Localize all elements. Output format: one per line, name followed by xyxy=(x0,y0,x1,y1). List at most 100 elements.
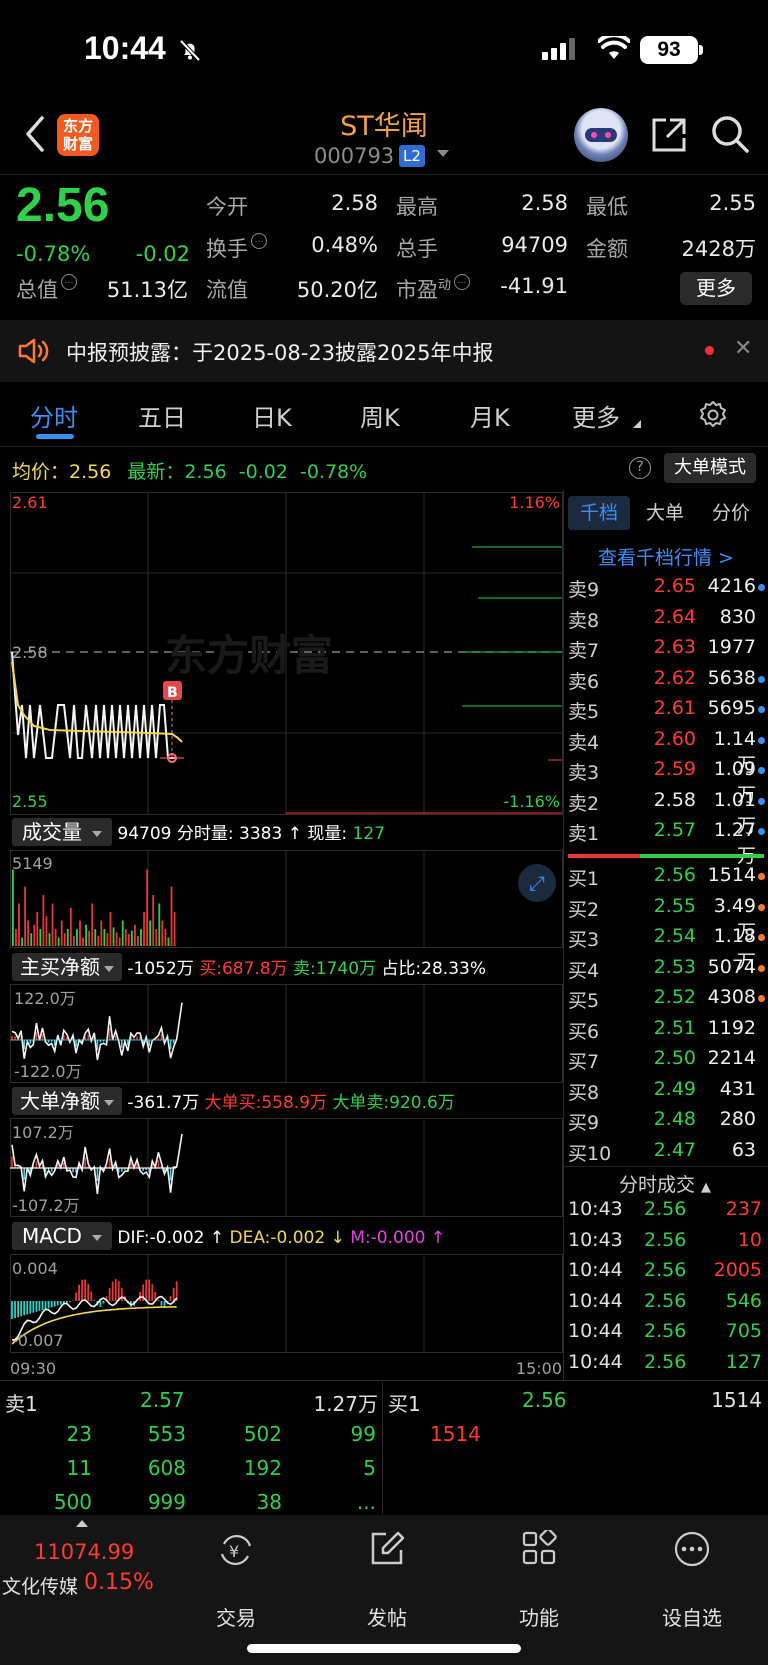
nav-add-watchlist[interactable]: 设自选 xyxy=(652,1602,732,1631)
sell-queue-item: 23 xyxy=(66,1422,92,1446)
yuan-exchange-icon[interactable]: ¥ xyxy=(216,1530,256,1570)
ask-level-row[interactable]: 卖3 2.59 1.09万 xyxy=(566,758,768,806)
bid-level-price: 2.53 xyxy=(653,955,696,978)
tab-price-volume[interactable]: 分价 xyxy=(700,496,762,530)
sector-index-value[interactable]: 11074.99 xyxy=(34,1540,134,1564)
big-order-mode-button[interactable]: 大单模式 xyxy=(664,453,756,483)
speaker-icon xyxy=(18,338,49,364)
y-bottom-label: 2.55 xyxy=(12,792,48,811)
cellular-signal-icon xyxy=(542,38,575,60)
bid-level-price: 2.48 xyxy=(653,1108,696,1130)
volume-indicator-dropdown[interactable]: 成交量 xyxy=(12,818,112,846)
search-icon[interactable] xyxy=(710,114,750,154)
nav-functions[interactable]: 功能 xyxy=(499,1602,579,1631)
bid-level-volume: 5074 xyxy=(707,955,756,978)
ask-level-row[interactable]: 卖7 2.63 1977 xyxy=(566,636,768,666)
bid-level-price: 2.47 xyxy=(653,1138,696,1161)
tab-big-order[interactable]: 大单 xyxy=(634,496,696,530)
bid-level-row[interactable]: 买7 2.50 2214 xyxy=(566,1047,768,1077)
info-icon[interactable]: … xyxy=(61,274,77,290)
caret-up-icon: ▲ xyxy=(701,1180,712,1195)
chevron-down-icon[interactable] xyxy=(437,150,449,157)
sell-queue-item: 500 xyxy=(53,1490,92,1514)
tab-intraday[interactable]: 分时 xyxy=(30,398,78,433)
tab-more[interactable]: 更多 xyxy=(572,398,620,433)
nav-trade[interactable]: 交易 xyxy=(196,1602,276,1631)
bid-level-row[interactable]: 买4 2.53 5074 xyxy=(566,956,768,986)
assistant-robot-avatar[interactable] xyxy=(574,108,628,162)
main-net-ratio: 占比:28.33% xyxy=(381,959,486,979)
volume-bar xyxy=(164,929,167,946)
market-cap-label: 总值… xyxy=(16,274,77,304)
gear-icon[interactable] xyxy=(698,400,728,430)
bid-level-volume: 431 xyxy=(719,1077,756,1100)
level1-separator xyxy=(382,1382,383,1514)
ask-level-row[interactable]: 卖1 2.57 1.27万 xyxy=(566,819,768,867)
bid-level-row[interactable]: 买9 2.48 280 xyxy=(566,1108,768,1138)
volume-bar xyxy=(118,937,121,946)
expand-icon[interactable]: ⤢ xyxy=(518,864,556,902)
big-net-buy: 大单买:558.9万 xyxy=(204,1093,328,1113)
bid-level-row[interactable]: 买6 2.51 1192 xyxy=(566,1017,768,1047)
bid-level-row[interactable]: 买2 2.55 3.49万 xyxy=(566,895,768,943)
volume-bar xyxy=(137,935,139,946)
volume-bar xyxy=(88,930,91,946)
tab-five-day[interactable]: 五日 xyxy=(138,398,186,433)
latest-label: 最新： xyxy=(127,461,185,483)
main-net-bottom-label: -122.0万 xyxy=(14,1062,82,1081)
now-volume-label: 现量: xyxy=(307,824,348,844)
more-quote-button[interactable]: 更多 xyxy=(680,272,752,305)
volume-bar xyxy=(27,920,30,946)
ask-level-row[interactable]: 卖2 2.58 1.01万 xyxy=(566,789,768,837)
sell-queue-item: 5 xyxy=(363,1456,376,1480)
tab-weekly-k[interactable]: 周K xyxy=(360,398,400,433)
bid-level-row[interactable]: 买8 2.49 431 xyxy=(566,1078,768,1108)
ask-level-row[interactable]: 卖4 2.60 1.14万 xyxy=(566,728,768,776)
ask-level-flag-dot xyxy=(758,706,765,713)
bid-level-label: 买1 xyxy=(568,868,600,890)
big-net-value: -361.7万 xyxy=(127,1093,200,1113)
ask-level-label: 卖8 xyxy=(568,609,600,632)
y-top-label: 2.61 xyxy=(12,493,48,512)
ask-level-row[interactable]: 卖6 2.62 5638 xyxy=(566,667,768,697)
ask-level-price: 2.63 xyxy=(653,636,696,658)
ask-level-row[interactable]: 卖8 2.64 830 xyxy=(566,606,768,636)
bid-level-row[interactable]: 买1 2.56 1514 xyxy=(566,864,768,894)
compose-post-icon[interactable] xyxy=(368,1530,406,1568)
volume-bar xyxy=(91,903,94,946)
close-icon[interactable]: ✕ xyxy=(734,336,752,361)
bid-level-row[interactable]: 买10 2.47 63 xyxy=(566,1139,768,1169)
bid-level-label: 买7 xyxy=(568,1051,600,1073)
tab-monthly-k[interactable]: 月K xyxy=(470,398,510,433)
help-icon[interactable]: ? xyxy=(629,457,651,479)
sector-name[interactable]: 文化传媒 xyxy=(2,1572,78,1599)
view-depth-link[interactable]: 查看千档行情 > xyxy=(568,543,764,570)
ask-level-row[interactable]: 卖5 2.61 5695 xyxy=(566,697,768,727)
level1-buy-label: 买1 xyxy=(388,1392,421,1416)
more-dots-icon[interactable] xyxy=(673,1530,711,1568)
ask-level-row[interactable]: 卖9 2.65 4216 xyxy=(566,575,768,605)
tick-price: 2.56 xyxy=(644,1320,687,1343)
big-net-top-label: 107.2万 xyxy=(12,1123,74,1142)
ask-level-price: 2.61 xyxy=(653,697,696,719)
main-net-dropdown[interactable]: 主买净额 xyxy=(12,953,122,981)
bid-level-row[interactable]: 买5 2.52 4308 xyxy=(566,986,768,1016)
nav-post[interactable]: 发帖 xyxy=(347,1602,427,1631)
functions-grid-icon[interactable] xyxy=(521,1530,557,1566)
wifi-icon xyxy=(598,36,630,59)
volume-bar xyxy=(94,929,97,946)
notice-text[interactable]: 中报预披露：于2025-08-23披露2025年中报 xyxy=(66,337,493,367)
ask-level-flag-dot xyxy=(758,675,765,683)
volume-bar xyxy=(39,929,42,946)
info-icon[interactable]: … xyxy=(454,274,471,290)
tab-thousand-level[interactable]: 千档 xyxy=(568,496,630,530)
macd-dropdown[interactable]: MACD xyxy=(12,1222,112,1250)
share-icon[interactable] xyxy=(650,116,688,154)
big-net-dropdown[interactable]: 大单净额 xyxy=(12,1087,122,1115)
info-icon[interactable]: … xyxy=(251,233,267,249)
buy-marker: B xyxy=(167,685,178,701)
bid-level-row[interactable]: 买3 2.54 1.18万 xyxy=(566,925,768,973)
tab-daily-k[interactable]: 日K xyxy=(252,398,292,433)
ticks-header[interactable]: 分时成交 ▲ xyxy=(566,1170,764,1197)
volume-bar xyxy=(48,933,51,946)
